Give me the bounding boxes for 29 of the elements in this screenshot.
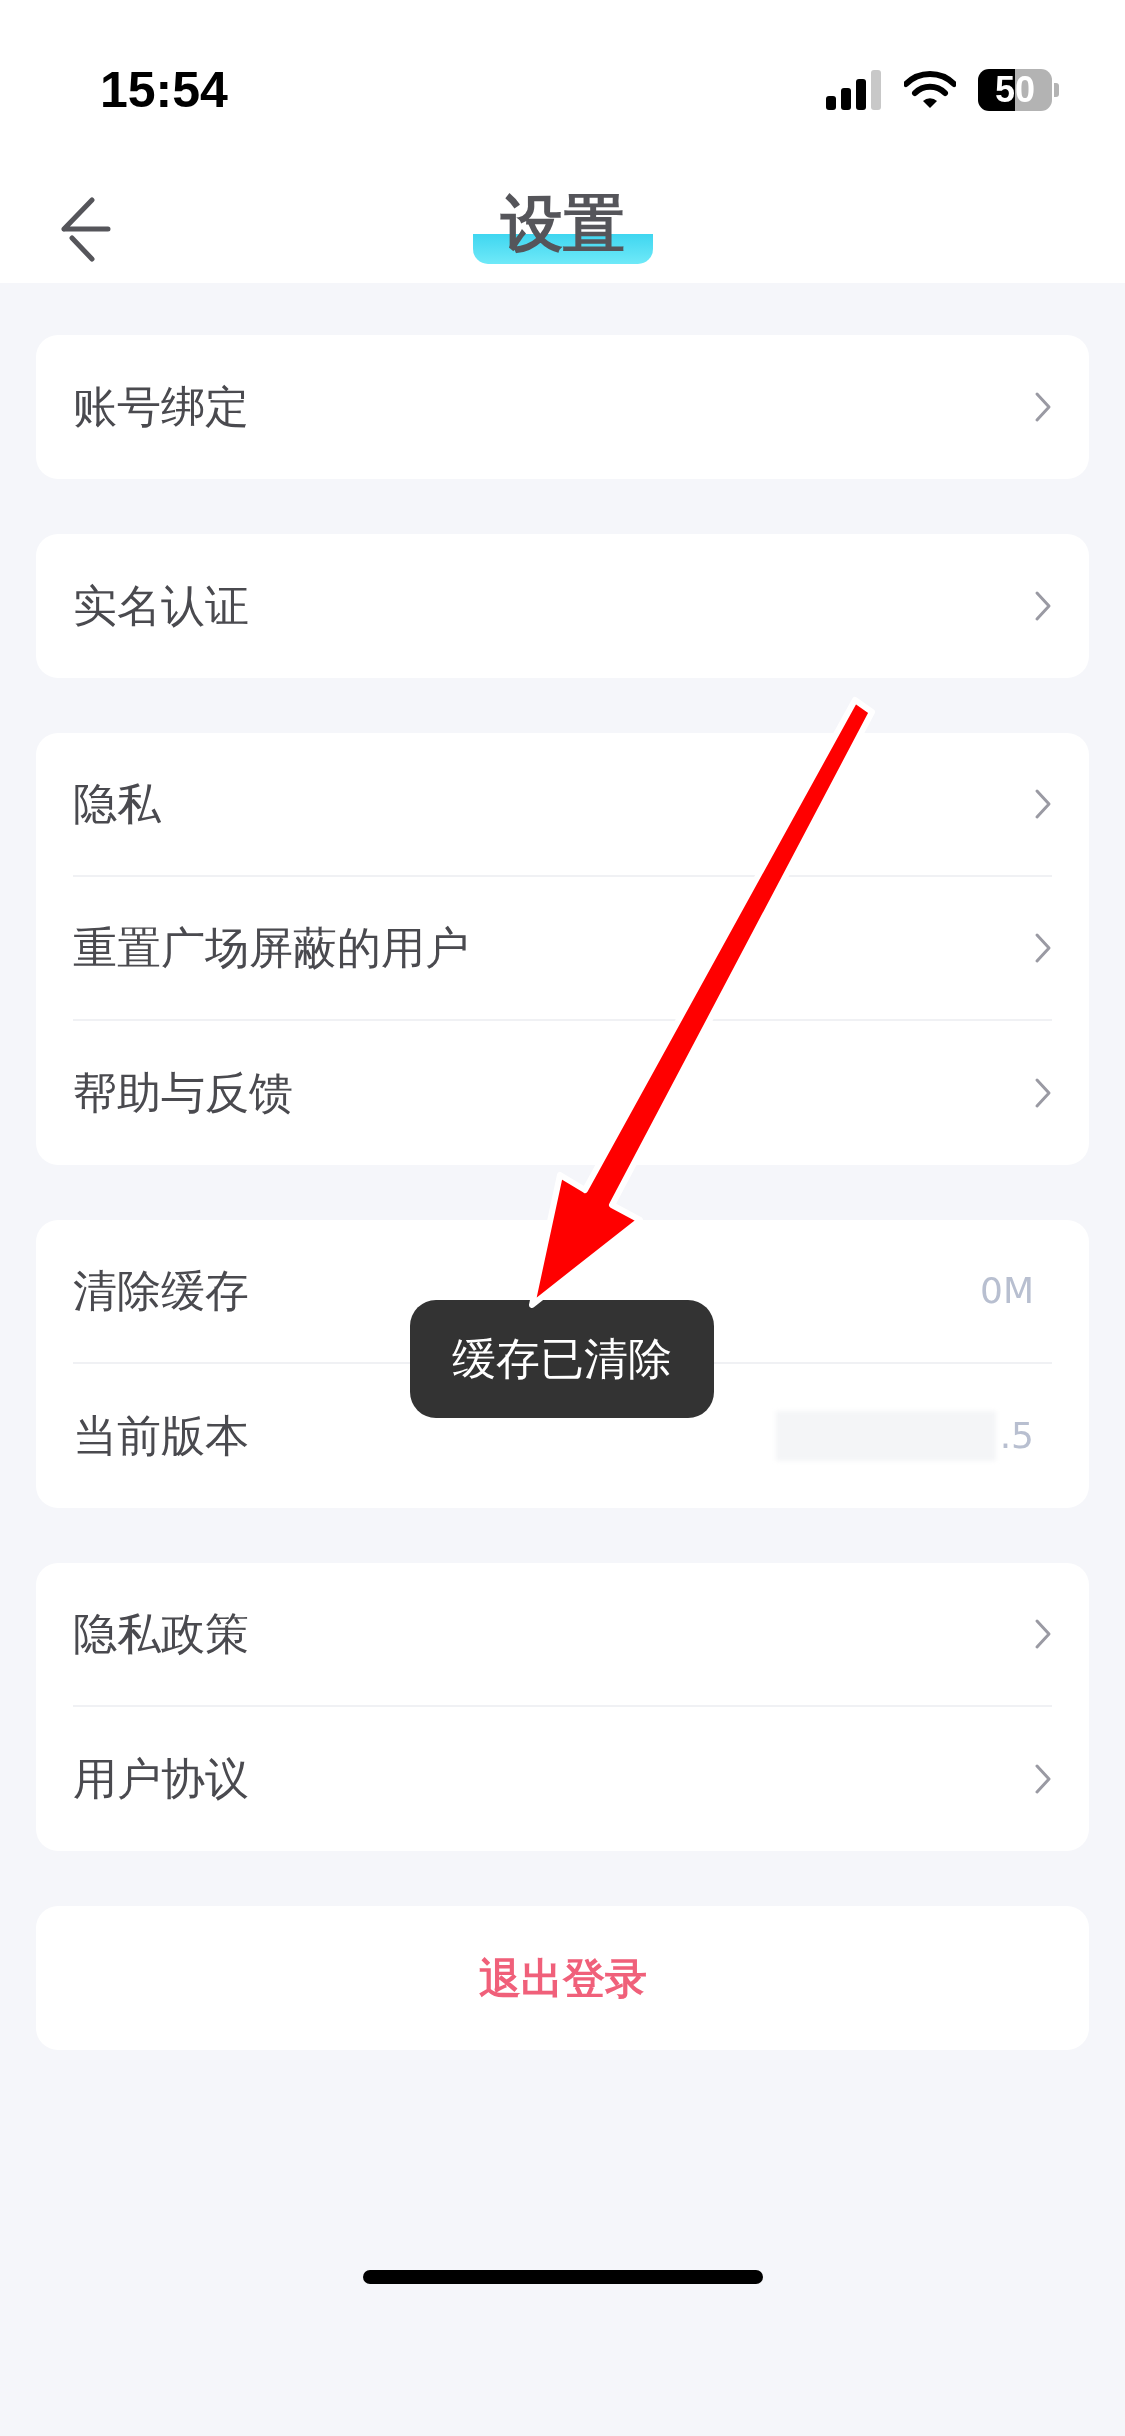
row-label: 重置广场屏蔽的用户 [73, 921, 469, 975]
row-label: 账号绑定 [73, 380, 249, 434]
row-label: 隐私 [73, 777, 161, 831]
settings-row[interactable]: 帮助与反馈 [73, 1021, 1052, 1165]
row-label: 用户协议 [73, 1752, 249, 1806]
row-value: 0M [980, 1269, 1034, 1313]
settings-row[interactable]: 用户协议 [73, 1707, 1052, 1851]
toast: 缓存已清除 [410, 1300, 714, 1418]
chevron-right-icon [1034, 1077, 1052, 1109]
signal-icon [826, 70, 882, 110]
row-label: 实名认证 [73, 579, 249, 633]
settings-row[interactable]: 实名认证 [73, 534, 1052, 678]
chevron-right-icon [1034, 788, 1052, 820]
chevron-right-icon [1034, 1763, 1052, 1795]
chevron-right-icon [1034, 1618, 1052, 1650]
row-label: 隐私政策 [73, 1607, 249, 1661]
row-value: .5 [999, 1414, 1034, 1458]
status-time: 15:54 [100, 60, 228, 120]
chevron-right-icon [1034, 590, 1052, 622]
settings-row[interactable]: 隐私政策 [73, 1563, 1052, 1707]
row-label: 当前版本 [73, 1409, 249, 1463]
back-arrow-icon [58, 195, 112, 264]
row-label: 清除缓存 [73, 1264, 249, 1318]
chevron-right-icon [1034, 391, 1052, 423]
wifi-icon [904, 70, 956, 110]
chevron-right-icon [1034, 932, 1052, 964]
settings-row[interactable]: 账号绑定 [73, 335, 1052, 479]
row-label: 帮助与反馈 [73, 1066, 293, 1120]
battery-indicator: 50 [978, 69, 1059, 111]
